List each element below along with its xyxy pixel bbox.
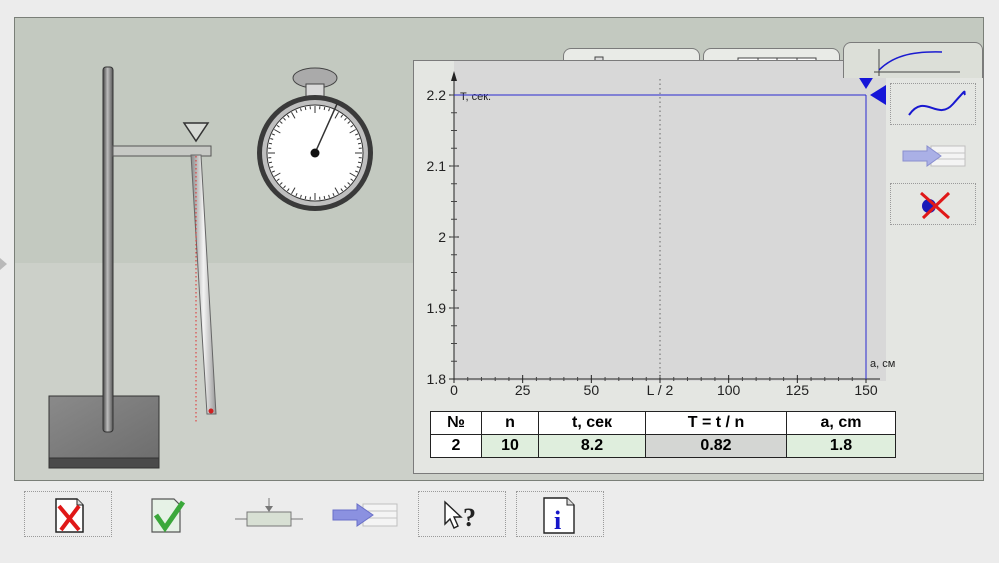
y-axis-label: T, сек. — [460, 91, 491, 103]
table-row[interactable]: 2 10 8.2 0.82 1.8 — [430, 434, 896, 458]
stopwatch-icon[interactable] — [249, 64, 379, 224]
x-tick-label: 100 — [717, 382, 741, 398]
y-tick-label: 1.9 — [427, 300, 447, 316]
reset-button[interactable] — [24, 491, 112, 537]
check-icon — [151, 498, 186, 533]
help-button[interactable]: ? — [418, 491, 506, 537]
transfer-to-table-button[interactable] — [890, 133, 976, 175]
table-cell: 1.8 — [786, 434, 896, 458]
y-tick-label: 2.2 — [427, 87, 447, 103]
plot-background — [454, 61, 886, 381]
table-header-cell: t, сек — [538, 411, 646, 435]
reset-icon — [55, 498, 84, 533]
delete-point-icon — [920, 191, 951, 220]
record-button[interactable] — [322, 491, 410, 537]
table-header-cell: T = t / n — [645, 411, 787, 435]
y-tick-label: 2.1 — [427, 158, 447, 174]
curve-icon — [908, 90, 966, 116]
table-header-cell: a, cm — [786, 411, 896, 435]
tab-graph[interactable] — [843, 42, 983, 78]
results-table: № n t, сек T = t / n a, cm 2 10 8.2 0.82… — [430, 411, 896, 458]
x-tick-label: 50 — [584, 382, 600, 398]
measure-button[interactable] — [224, 491, 312, 537]
table-cell: 10 — [481, 434, 539, 458]
x-axis-label: a, см — [870, 358, 895, 370]
table-cell: 0.82 — [645, 434, 787, 458]
x-tick-label: 150 — [854, 382, 878, 398]
delete-point-button[interactable] — [890, 183, 976, 225]
x-tick-label: 25 — [515, 382, 531, 398]
y-tick-label: 2 — [438, 229, 446, 245]
table-header-cell: № — [430, 411, 482, 435]
table-cell: 8.2 — [538, 434, 646, 458]
help-icon: ? — [444, 500, 476, 532]
x-tick-label: L / 2 — [647, 382, 674, 398]
table-cell: 2 — [430, 434, 482, 458]
table-header-row: № n t, сек T = t / n a, cm — [430, 411, 896, 435]
info-button[interactable]: i — [516, 491, 604, 537]
info-icon: i — [543, 497, 575, 535]
y-tick-label: 1.8 — [427, 371, 447, 387]
x-tick-label: 0 — [450, 382, 458, 398]
check-button[interactable] — [124, 491, 212, 537]
fit-curve-button[interactable] — [890, 83, 976, 125]
svg-text:?: ? — [463, 503, 476, 532]
graph-panel: 0 25 50 L / 2 100 125 150 1.8 1.9 2 2.1 2.2 T, сек. a… — [413, 60, 984, 474]
svg-text:i: i — [554, 506, 561, 535]
app-window: 0 25 50 L / 2 100 125 150 1.8 1.9 2 2.1 2.2 T, сек. a… — [0, 0, 999, 563]
measure-icon — [235, 498, 303, 527]
x-tick-label: 125 — [786, 382, 810, 398]
arrow-table-icon — [902, 145, 966, 167]
table-header-cell: n — [481, 411, 539, 435]
graph-icon — [874, 49, 960, 76]
edge-arrow-icon — [0, 258, 7, 270]
record-icon — [332, 503, 398, 527]
